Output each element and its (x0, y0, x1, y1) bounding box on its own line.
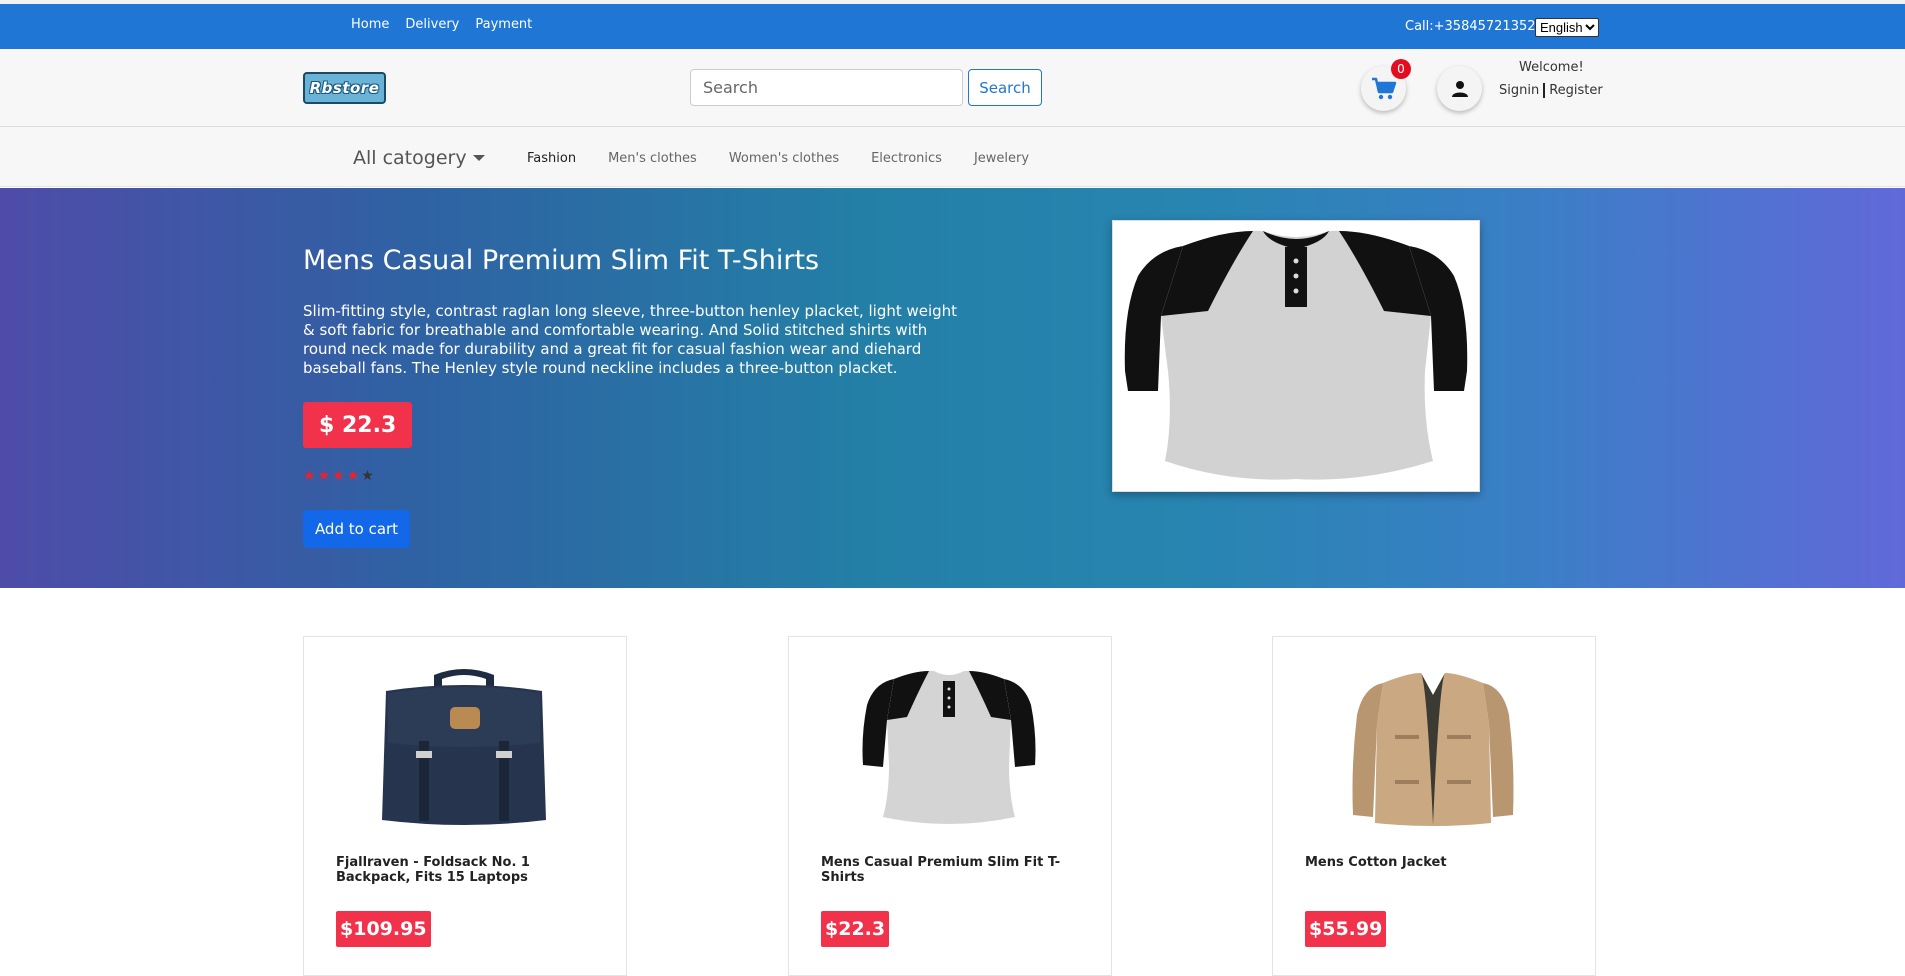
hero-price-badge: $ 22.3 (303, 402, 413, 448)
hero-title: Mens Casual Premium Slim Fit T-Shirts (303, 245, 820, 276)
hero-banner: Mens Casual Premium Slim Fit T-Shirts Sl… (0, 188, 1905, 588)
caret-down-icon (472, 155, 485, 161)
product-image[interactable] (354, 662, 574, 832)
star-filled-icon: ★ (346, 468, 360, 484)
product-title[interactable]: Fjallraven - Foldsack No. 1 Backpack, Fi… (336, 855, 576, 885)
all-category-dropdown[interactable]: All catogery (353, 147, 485, 169)
category-links: Fashion Men's clothes Women's clothes El… (527, 151, 1029, 166)
call-number: Call:+35845721352 (1405, 19, 1536, 34)
cart-count-badge: 0 (1391, 59, 1411, 79)
auth-divider (1543, 83, 1546, 98)
category-electronics[interactable]: Electronics (871, 151, 942, 166)
backpack-image (382, 668, 546, 825)
jacket-image (1352, 672, 1514, 826)
cart-icon (1371, 77, 1396, 99)
category-fashion[interactable]: Fashion (527, 151, 576, 166)
hero-description: Slim-fitting style, contrast raglan long… (303, 302, 958, 377)
star-filled-icon: ★ (332, 468, 345, 484)
product-title[interactable]: Mens Cotton Jacket (1305, 855, 1545, 870)
star-empty-icon: ★ (361, 468, 374, 484)
top-nav: Home Delivery Payment (351, 17, 532, 32)
all-category-label: All catogery (353, 147, 467, 169)
star-filled-icon: ★ (303, 468, 316, 484)
nav-delivery-link[interactable]: Delivery (405, 17, 459, 32)
language-select[interactable]: English (1535, 18, 1599, 37)
tshirt-image (1124, 230, 1468, 480)
rating-stars: ★ ★ ★ ★ ★ (303, 468, 374, 484)
nav-payment-link[interactable]: Payment (475, 17, 532, 32)
product-card[interactable]: Mens Casual Premium Slim Fit T-Shirts $2… (788, 636, 1112, 976)
register-link[interactable]: Register (1549, 83, 1603, 98)
search-button[interactable]: Search (968, 69, 1042, 106)
product-price-badge: $109.95 (336, 911, 431, 947)
top-bar: Home Delivery Payment Call:+35845721352 … (0, 0, 1905, 49)
product-price-badge: $22.3 (821, 911, 890, 947)
product-card[interactable]: Fjallraven - Foldsack No. 1 Backpack, Fi… (303, 636, 627, 976)
product-price-badge: $55.99 (1305, 911, 1387, 947)
tshirt-image (862, 670, 1036, 824)
category-bar: All catogery Fashion Men's clothes Women… (0, 127, 1905, 187)
signin-link[interactable]: Signin (1499, 83, 1539, 98)
auth-links: Signin Register (1499, 83, 1603, 98)
category-womens-clothes[interactable]: Women's clothes (729, 151, 839, 166)
logo-text: Rbstore (309, 79, 380, 97)
account-button[interactable] (1437, 66, 1482, 111)
product-image[interactable] (1323, 662, 1543, 832)
add-to-cart-button[interactable]: Add to cart (303, 510, 410, 548)
nav-home-link[interactable]: Home (351, 17, 389, 32)
header: Rbstore Search 0 Welcome! Signin Registe… (0, 49, 1905, 127)
welcome-text: Welcome! (1519, 60, 1584, 75)
logo[interactable]: Rbstore (303, 72, 386, 104)
product-grid: Fjallraven - Foldsack No. 1 Backpack, Fi… (0, 588, 1905, 976)
search-input[interactable] (690, 69, 963, 106)
product-title[interactable]: Mens Casual Premium Slim Fit T-Shirts (821, 855, 1061, 885)
hero-product-image[interactable] (1112, 220, 1480, 492)
product-image[interactable] (839, 662, 1059, 832)
category-mens-clothes[interactable]: Men's clothes (608, 151, 697, 166)
category-jewelery[interactable]: Jewelery (974, 151, 1029, 166)
product-card[interactable]: Mens Cotton Jacket $55.99 (1272, 636, 1596, 976)
user-icon (1451, 80, 1468, 97)
star-filled-icon: ★ (317, 468, 331, 484)
